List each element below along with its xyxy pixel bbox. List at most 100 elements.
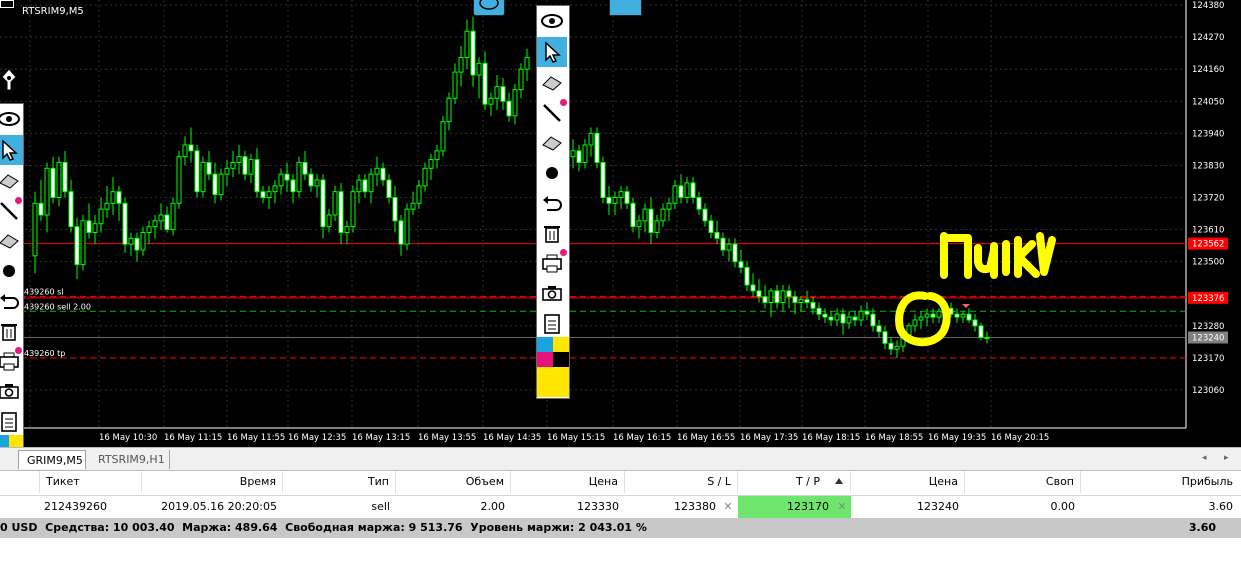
- candle-body: [882, 331, 888, 344]
- table-header: Тикет Время Тип Объем Цена S / L T / P Ц…: [0, 471, 1241, 496]
- column-current-price[interactable]: Цена: [851, 471, 965, 493]
- cursor-icon[interactable]: [537, 37, 567, 67]
- hand-drawn-text: [940, 232, 1056, 279]
- camera-icon[interactable]: [537, 278, 567, 308]
- column-swap[interactable]: Своп: [965, 471, 1081, 493]
- candle-body: [278, 173, 284, 187]
- candle-body: [708, 220, 714, 233]
- eraser-all-icon[interactable]: [0, 226, 23, 256]
- price-tick-label: 123500: [1192, 258, 1224, 268]
- candle-body: [152, 220, 158, 228]
- price-tick-label: 124160: [1192, 65, 1224, 75]
- candle-body: [356, 179, 362, 193]
- undo-icon[interactable]: [0, 286, 23, 316]
- sl-remove-icon[interactable]: ✕: [722, 496, 734, 518]
- tp-value[interactable]: 123170: [738, 496, 851, 518]
- candle-body: [230, 162, 236, 169]
- clipboard-icon[interactable]: [537, 308, 567, 338]
- time-tick-label: 16 May 19:35: [928, 433, 986, 443]
- chart-tabs-bar: GRIM9,M5 RTSRIM9,H1 ◂ ▸: [0, 447, 1241, 471]
- candle-body: [458, 57, 464, 73]
- candle-body: [302, 162, 308, 175]
- candle-body: [576, 150, 582, 163]
- left-drawing-toolbar[interactable]: [0, 103, 24, 497]
- column-profit[interactable]: Прибыль: [1081, 471, 1239, 493]
- candle-body: [636, 220, 642, 228]
- table-row[interactable]: 212439260 2019.05.16 20:20:05 sell 2.00 …: [0, 496, 1241, 518]
- tp-remove-icon[interactable]: ✕: [836, 496, 848, 518]
- type-value: sell: [371, 500, 390, 513]
- current-price-value: 123240: [917, 500, 959, 513]
- right-drawing-toolbar[interactable]: [536, 5, 570, 399]
- eye-icon[interactable]: [537, 6, 567, 36]
- eraser-icon[interactable]: [0, 166, 23, 196]
- candle-body: [68, 191, 74, 228]
- time-tick-label: 16 May 13:55: [418, 433, 476, 443]
- dot-tool-icon[interactable]: [537, 158, 567, 188]
- candle-body: [642, 208, 648, 222]
- candle-body: [630, 202, 636, 228]
- clipboard-icon[interactable]: [0, 406, 23, 436]
- time-tick-label: 16 May 20:15: [991, 433, 1049, 443]
- candle-body: [732, 243, 738, 263]
- price-tick-label: 123610: [1192, 226, 1224, 236]
- price-chart[interactable]: 439260 sl 439260 sell 2.00 439260 tp 124380…: [0, 0, 1241, 447]
- candle-body: [224, 167, 230, 175]
- column-ticket[interactable]: Тикет: [40, 471, 142, 493]
- price-tick-label: 124050: [1192, 97, 1224, 107]
- eye-icon[interactable]: [0, 104, 23, 134]
- candle-body: [128, 237, 134, 245]
- candle-body: [518, 68, 524, 91]
- candle-body: [476, 62, 482, 76]
- column-time[interactable]: Время: [142, 471, 283, 493]
- candle-body: [756, 290, 762, 298]
- price-tick-label: 123562: [1192, 240, 1224, 250]
- tab-rtsrim9-m5[interactable]: GRIM9,M5: [18, 450, 86, 469]
- candle-body: [176, 156, 182, 204]
- candle-body: [972, 319, 978, 327]
- candle-body: [446, 97, 452, 123]
- account-summary-row: 0 USD Средства: 10 003.40 Маржа: 489.64 …: [0, 518, 1241, 538]
- tabs-scroll-left-icon[interactable]: ◂: [1202, 453, 1207, 463]
- candle-body: [744, 267, 750, 286]
- profit-value: 3.60: [1208, 500, 1234, 513]
- toolbar-cap-icon[interactable]: [473, 0, 505, 16]
- candle-body: [416, 185, 422, 204]
- color-palette[interactable]: [537, 337, 569, 397]
- candle-body: [846, 316, 852, 324]
- candle-body: [104, 202, 110, 210]
- camera-icon[interactable]: [0, 376, 23, 406]
- candle-body: [960, 313, 966, 318]
- dot-tool-icon[interactable]: [0, 256, 23, 286]
- row-icon: [0, 496, 40, 518]
- candle-body: [678, 185, 684, 198]
- eraser-icon[interactable]: [537, 68, 567, 98]
- trash-icon[interactable]: [537, 218, 567, 248]
- tab-rtsrim9-h1[interactable]: RTSRIM9,H1: [90, 450, 170, 469]
- eraser-all-icon[interactable]: [537, 128, 567, 158]
- column-volume[interactable]: Объем: [396, 471, 511, 493]
- candle-body: [624, 191, 630, 204]
- time-tick-label: 16 May 12:35: [288, 433, 346, 443]
- candle-body: [362, 179, 368, 193]
- column-price[interactable]: Цена: [511, 471, 625, 493]
- column-type[interactable]: Тип: [283, 471, 396, 493]
- line-color-dot: [15, 197, 22, 204]
- chart-canvas[interactable]: 439260 sl 439260 sell 2.00 439260 tp 124380…: [0, 0, 1241, 447]
- trash-icon[interactable]: [0, 316, 23, 346]
- column-sl[interactable]: S / L: [625, 471, 738, 493]
- candle-body: [272, 185, 278, 193]
- candle-body: [410, 202, 416, 210]
- candle-body: [32, 202, 38, 257]
- undo-icon[interactable]: [537, 188, 567, 218]
- pen-tool-icon[interactable]: [0, 68, 18, 92]
- candle-body: [86, 220, 92, 233]
- candle-body: [164, 214, 170, 231]
- toolbar-cap-icon[interactable]: [609, 0, 642, 16]
- cursor-icon[interactable]: [0, 135, 23, 165]
- candle-body: [350, 191, 356, 228]
- time-tick-label: 16 May 16:15: [613, 433, 671, 443]
- swap-value: 0.00: [1050, 500, 1076, 513]
- sort-asc-icon: [835, 478, 843, 484]
- tabs-scroll-right-icon[interactable]: ▸: [1224, 453, 1229, 463]
